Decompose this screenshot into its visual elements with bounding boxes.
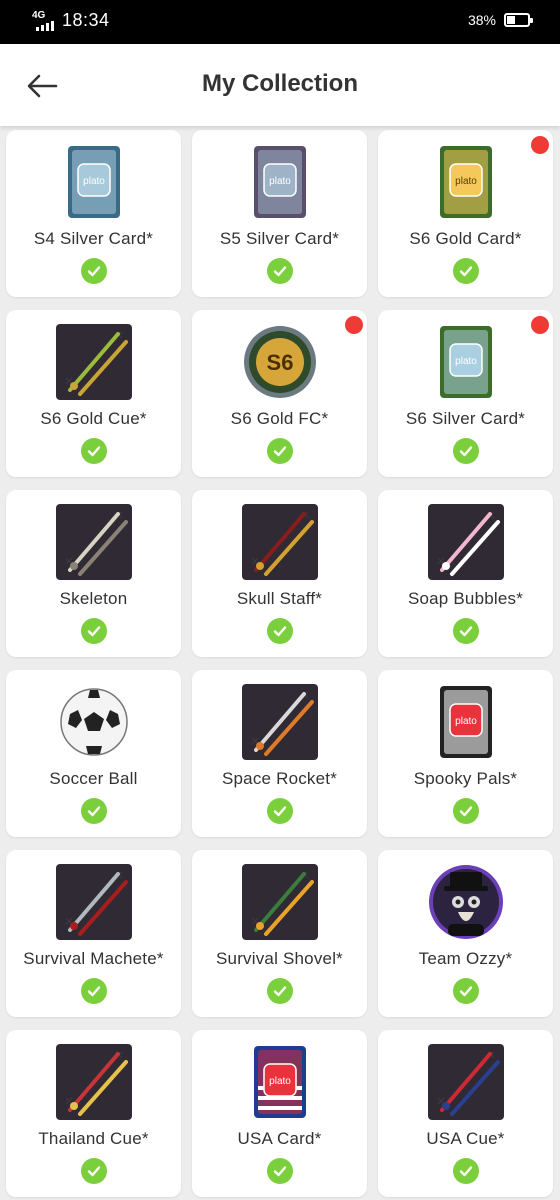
check-icon bbox=[452, 618, 479, 644]
card-brand-text: plato bbox=[455, 176, 477, 187]
card-brand-text: plato bbox=[455, 356, 477, 367]
collection-item[interactable]: plato S6 Silver Card* bbox=[378, 310, 553, 477]
card-icon: plato bbox=[242, 144, 318, 220]
check-icon bbox=[266, 978, 293, 1004]
collection-item[interactable]: USA Cue* bbox=[378, 1030, 553, 1197]
signal-icon: 4G bbox=[32, 9, 54, 31]
cue-icon bbox=[55, 864, 132, 940]
battery-percent: 38% bbox=[467, 12, 496, 28]
item-name: S6 Silver Card* bbox=[405, 409, 526, 428]
card-brand-text: plato bbox=[455, 716, 477, 727]
check-icon bbox=[80, 798, 107, 824]
collection-item[interactable]: S6 S6 Gold FC* bbox=[192, 310, 367, 477]
collection-item[interactable]: Thailand Cue* bbox=[6, 1030, 181, 1197]
card-icon: plato bbox=[242, 1044, 318, 1120]
cue-icon bbox=[241, 504, 318, 580]
status-bar: 4G 18:34 38% bbox=[0, 0, 560, 44]
item-name: Skull Staff* bbox=[236, 589, 323, 608]
card-icon: plato bbox=[428, 324, 504, 400]
card-brand-text: plato bbox=[83, 176, 105, 187]
collection-item[interactable]: plato USA Card* bbox=[192, 1030, 367, 1197]
item-name: USA Card* bbox=[237, 1129, 322, 1148]
cue-icon bbox=[241, 864, 318, 940]
check-icon bbox=[452, 978, 479, 1004]
soccer-ball-icon bbox=[56, 684, 132, 760]
check-icon bbox=[266, 258, 293, 284]
new-indicator-dot bbox=[345, 316, 363, 334]
item-name: S6 Gold Cue* bbox=[40, 409, 147, 428]
item-name: Space Rocket* bbox=[221, 769, 338, 788]
collection-item[interactable]: Survival Shovel* bbox=[192, 850, 367, 1017]
check-icon bbox=[80, 438, 107, 464]
item-name: Skeleton bbox=[59, 589, 128, 608]
item-name: USA Cue* bbox=[426, 1129, 505, 1148]
item-name: S5 Silver Card* bbox=[219, 229, 340, 248]
item-name: Survival Shovel* bbox=[216, 949, 343, 968]
item-name: Soap Bubbles* bbox=[407, 589, 524, 608]
check-icon bbox=[266, 438, 293, 464]
clock: 18:34 bbox=[62, 10, 110, 30]
app-header: My Collection bbox=[0, 44, 560, 126]
collection-grid: plato S4 Silver Card* plato S5 Silver Card*… bbox=[6, 130, 554, 1197]
item-name: S4 Silver Card* bbox=[33, 229, 154, 248]
check-icon bbox=[266, 798, 293, 824]
card-brand-text: plato bbox=[269, 1076, 291, 1087]
check-icon bbox=[452, 798, 479, 824]
badge-text: S6 bbox=[266, 350, 293, 375]
check-icon bbox=[80, 618, 107, 644]
item-name: S6 Gold Card* bbox=[409, 229, 522, 248]
check-icon bbox=[80, 978, 107, 1004]
new-indicator-dot bbox=[531, 136, 549, 154]
collection-item[interactable]: Team Ozzy* bbox=[378, 850, 553, 1017]
item-name: Soccer Ball bbox=[49, 769, 138, 788]
cue-icon bbox=[427, 504, 504, 580]
collection-item[interactable]: Survival Machete* bbox=[6, 850, 181, 1017]
check-icon bbox=[266, 618, 293, 644]
collection-item[interactable]: Space Rocket* bbox=[192, 670, 367, 837]
badge-icon: S6 bbox=[242, 324, 318, 400]
item-name: Survival Machete* bbox=[23, 949, 164, 968]
check-icon bbox=[80, 1158, 107, 1184]
collection-item[interactable]: plato S5 Silver Card* bbox=[192, 130, 367, 297]
item-name: Team Ozzy* bbox=[418, 949, 513, 968]
cue-icon bbox=[55, 504, 132, 580]
collection-item[interactable]: S6 Gold Cue* bbox=[6, 310, 181, 477]
check-icon bbox=[266, 1158, 293, 1184]
card-brand-text: plato bbox=[269, 176, 291, 187]
card-icon: plato bbox=[428, 144, 504, 220]
check-icon bbox=[452, 258, 479, 284]
new-indicator-dot bbox=[531, 316, 549, 334]
item-name: S6 Gold FC* bbox=[230, 409, 329, 428]
cue-icon bbox=[241, 684, 318, 760]
collection-item[interactable]: plato S6 Gold Card* bbox=[378, 130, 553, 297]
card-icon: plato bbox=[428, 684, 504, 760]
network-type: 4G bbox=[32, 9, 46, 21]
collection-item[interactable]: Soccer Ball bbox=[6, 670, 181, 837]
item-name: Spooky Pals* bbox=[413, 769, 518, 788]
check-icon bbox=[80, 258, 107, 284]
cue-icon bbox=[55, 1044, 132, 1120]
collection-item[interactable]: Soap Bubbles* bbox=[378, 490, 553, 657]
item-name: Thailand Cue* bbox=[38, 1129, 149, 1148]
check-icon bbox=[452, 1158, 479, 1184]
avatar-icon bbox=[428, 864, 504, 940]
card-icon: plato bbox=[56, 144, 132, 220]
battery-icon bbox=[504, 13, 533, 27]
collection-item[interactable]: plato Spooky Pals* bbox=[378, 670, 553, 837]
check-icon bbox=[452, 438, 479, 464]
cue-icon bbox=[427, 1044, 504, 1120]
collection-item[interactable]: Skeleton bbox=[6, 490, 181, 657]
page-title: My Collection bbox=[201, 70, 358, 97]
collection-item[interactable]: plato S4 Silver Card* bbox=[6, 130, 181, 297]
cue-icon bbox=[55, 324, 132, 400]
collection-item[interactable]: Skull Staff* bbox=[192, 490, 367, 657]
